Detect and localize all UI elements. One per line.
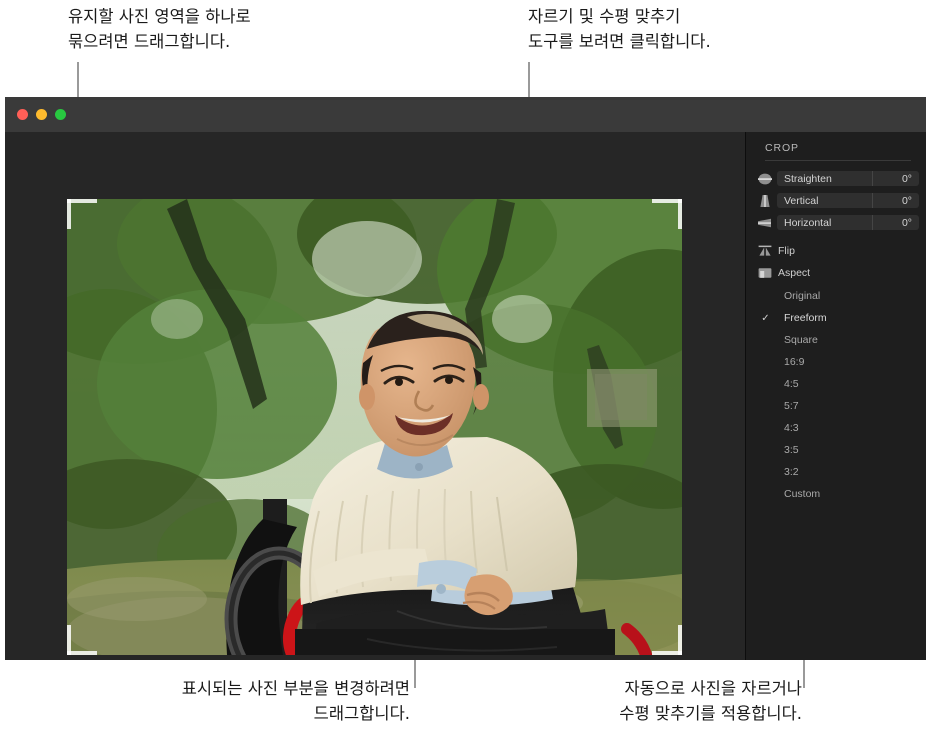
slider-vertical[interactable]: Vertical 0° [777, 193, 919, 208]
aspect-option-custom[interactable]: Custom [757, 486, 919, 502]
slider-label: Horizontal [784, 216, 832, 229]
aspect-option-16-9[interactable]: 16:9 [757, 354, 919, 370]
aspect-option-4-3[interactable]: 4:3 [757, 420, 919, 436]
crop-handle-top-left-v[interactable] [67, 199, 71, 229]
photo-image[interactable] [67, 199, 682, 655]
window-titlebar [5, 97, 926, 132]
aspect-option-label: 5:7 [784, 400, 799, 412]
photo-canvas [5, 132, 745, 660]
crop-handle-top-left-h[interactable] [67, 199, 97, 203]
callout-top-left: 유지할 사진 영역을 하나로 묶으려면 드래그합니다. [68, 7, 251, 52]
slider-value: 0° [901, 172, 912, 185]
callout-top-right: 자르기 및 수평 맞추기 도구를 보려면 클릭합니다. [528, 7, 711, 52]
aspect-option-label: 16:9 [784, 356, 805, 368]
straighten-icon [757, 172, 773, 186]
crop-handle-bottom-left-v[interactable] [67, 625, 71, 655]
close-button-icon[interactable] [17, 109, 28, 120]
callout-bottom-left: 표시되는 사진 부분을 변경하려면 드래그합니다. [181, 679, 410, 724]
aspect-option-label: 3:2 [784, 466, 799, 478]
aspect-option-label: Freeform [784, 312, 827, 324]
aspect-option-square[interactable]: Square [757, 332, 919, 348]
aspect-option-freeform[interactable]: ✓ Freeform [757, 310, 919, 326]
slider-separator [872, 171, 873, 186]
flip-icon [757, 244, 773, 258]
aspect-option-original[interactable]: Original [757, 288, 919, 304]
minimize-button-icon[interactable] [36, 109, 47, 120]
crop-handle-top-right-v[interactable] [678, 199, 682, 229]
menu-item-flip[interactable]: Flip [757, 243, 919, 259]
aspect-option-3-5[interactable]: 3:5 [757, 442, 919, 458]
crop-handle-bottom-left-h[interactable] [67, 651, 97, 655]
zoom-button-icon[interactable] [55, 109, 66, 120]
vertical-perspective-icon [757, 194, 773, 208]
horizontal-perspective-icon [757, 216, 773, 230]
slider-straighten[interactable]: Straighten 0° [777, 171, 919, 186]
aspect-option-4-5[interactable]: 4:5 [757, 376, 919, 392]
aspect-option-label: Original [784, 290, 821, 302]
aspect-icon [757, 266, 773, 280]
screenshot-root: 유지할 사진 영역을 하나로 묶으려면 드래그합니다. 자르기 및 수평 맞추기… [0, 0, 931, 753]
crop-side-panel: CROP Straighten 0° Vertical 0° Horizonta… [745, 132, 926, 660]
photos-editor-window: Adjust Filters Crop [5, 97, 926, 660]
aspect-option-3-2[interactable]: 3:2 [757, 464, 919, 480]
aspect-option-5-7[interactable]: 5:7 [757, 398, 919, 414]
crop-handle-bottom-right-v[interactable] [678, 625, 682, 655]
slider-separator [872, 215, 873, 230]
menu-item-label: Aspect [778, 267, 811, 279]
slider-label: Straighten [784, 172, 832, 185]
slider-row-vertical[interactable]: Vertical 0° [757, 192, 919, 209]
panel-divider [765, 160, 911, 161]
panel-title: CROP [765, 142, 799, 154]
aspect-option-label: 4:3 [784, 422, 799, 434]
slider-row-horizontal[interactable]: Horizontal 0° [757, 214, 919, 231]
slider-separator [872, 193, 873, 208]
slider-value: 0° [901, 216, 912, 229]
menu-item-aspect[interactable]: Aspect [757, 265, 919, 281]
callout-bottom-right: 자동으로 사진을 자르거나 수평 맞추기를 적용합니다. [619, 679, 802, 724]
slider-row-straighten[interactable]: Straighten 0° [757, 170, 919, 187]
traffic-light-buttons[interactable] [17, 109, 66, 120]
aspect-option-label: 4:5 [784, 378, 799, 390]
slider-label: Vertical [784, 194, 819, 207]
aspect-option-label: Custom [784, 488, 821, 500]
aspect-check-icon: ✓ [761, 312, 770, 324]
slider-horizontal[interactable]: Horizontal 0° [777, 215, 919, 230]
slider-value: 0° [901, 194, 912, 207]
menu-item-label: Flip [778, 245, 795, 257]
aspect-option-label: Square [784, 334, 818, 346]
aspect-option-label: 3:5 [784, 444, 799, 456]
